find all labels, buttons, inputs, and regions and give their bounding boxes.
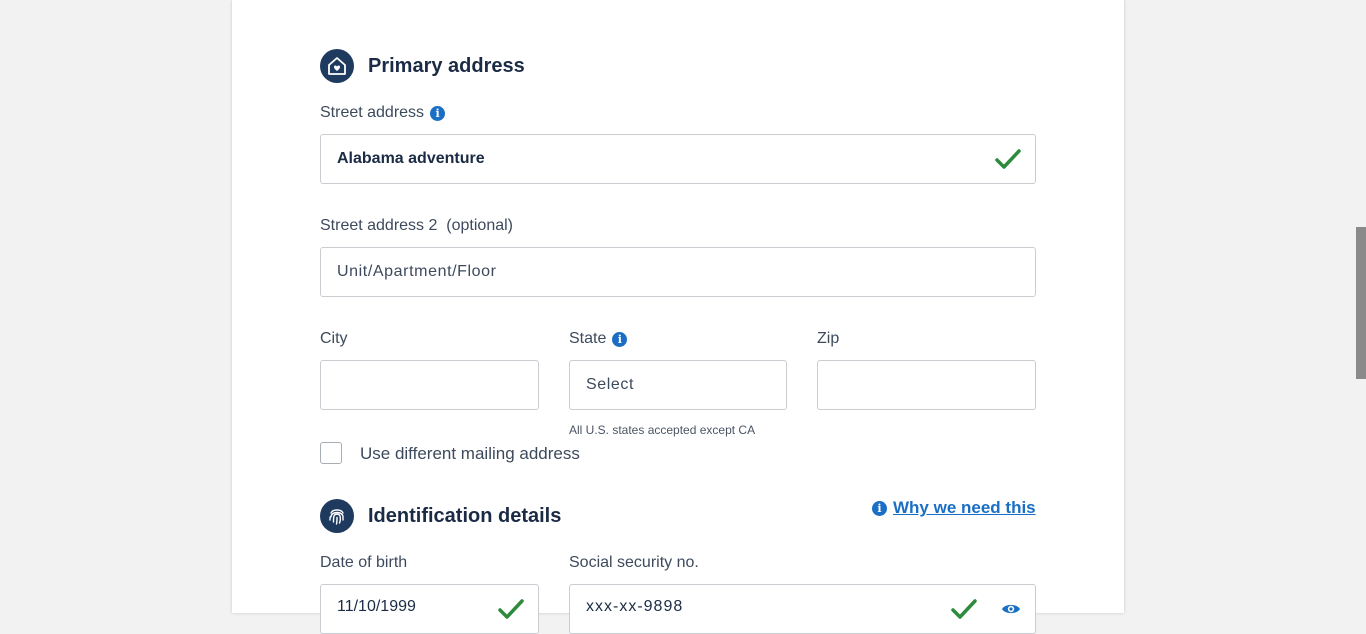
different-mailing-checkbox[interactable]	[320, 442, 342, 464]
street-address-info-icon[interactable]: i	[430, 105, 446, 121]
section-title-identification: Identification details	[368, 504, 562, 527]
scrollbar-thumb[interactable]	[1356, 227, 1366, 379]
ssn-label: Social security no.	[569, 554, 699, 572]
city-label: City	[320, 330, 348, 348]
ssn-input[interactable]: xxx-xx-9898	[569, 584, 1036, 634]
ssn-value: xxx-xx-9898	[586, 598, 684, 615]
valid-check-icon	[995, 149, 1021, 169]
state-hint: All U.S. states accepted except CA	[569, 423, 756, 437]
fingerprint-icon	[320, 499, 354, 533]
state-select[interactable]: Select	[569, 360, 787, 410]
street-address-input[interactable]: Alabama adventure	[320, 134, 1036, 184]
street-address-label-text: Street address	[320, 104, 425, 121]
ssn-label-text: Social security no.	[569, 554, 699, 571]
why-we-need-this-link[interactable]: i Why we need this	[872, 498, 1036, 518]
zip-input[interactable]	[817, 360, 1036, 410]
valid-check-icon	[498, 599, 524, 619]
identification-header: Identification details	[320, 499, 561, 533]
street-address-2-label-text: Street address 2 (optional)	[320, 217, 513, 234]
state-selected-value: Select	[586, 376, 635, 393]
dob-value: 11/10/1999	[337, 598, 416, 615]
house-heart-icon	[320, 49, 354, 83]
street-address-2-label: Street address 2 (optional)	[320, 217, 513, 235]
different-mailing-label[interactable]: Use different mailing address	[360, 444, 580, 464]
city-input[interactable]	[320, 360, 539, 410]
valid-check-icon	[951, 599, 977, 619]
zip-label-text: Zip	[817, 330, 840, 347]
street-address-2-input[interactable]: Unit/Apartment/Floor	[320, 247, 1036, 297]
street-address-label: Street address i	[320, 104, 446, 122]
why-we-need-this-text[interactable]: Why we need this	[893, 498, 1036, 518]
dob-input[interactable]: 11/10/1999	[320, 584, 539, 634]
state-label: State i	[569, 330, 628, 348]
state-info-icon[interactable]: i	[612, 331, 628, 347]
dob-label: Date of birth	[320, 554, 407, 572]
info-icon: i	[872, 500, 887, 516]
primary-address-header: Primary address	[320, 49, 525, 83]
street-address-2-placeholder: Unit/Apartment/Floor	[337, 263, 497, 280]
show-password-eye-icon[interactable]	[1001, 602, 1021, 616]
state-label-text: State	[569, 330, 607, 347]
section-title-primary-address: Primary address	[368, 54, 525, 77]
dob-label-text: Date of birth	[320, 554, 408, 571]
street-address-value: Alabama adventure	[337, 150, 485, 167]
zip-label: Zip	[817, 330, 839, 348]
city-label-text: City	[320, 330, 348, 347]
